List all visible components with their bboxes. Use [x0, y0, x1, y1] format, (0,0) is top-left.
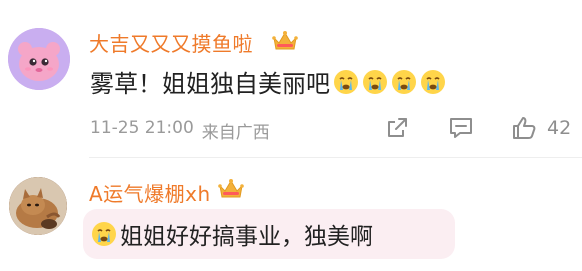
comment-item-1: 大吉又又又摸鱼啦 雾草！姐姐独自美丽吧 11-25 21:00 来自广西 42: [0, 0, 582, 158]
avatar[interactable]: [9, 177, 67, 235]
vip-crown-badge-icon: [218, 179, 244, 198]
share-icon: [388, 118, 407, 137]
username[interactable]: A运气爆棚xh: [89, 178, 211, 207]
comment-meta: 11-25 21:00 来自广西: [90, 118, 270, 143]
comment-icon: [450, 118, 472, 138]
crying-face-icon: [421, 69, 445, 94]
crying-face-icon: [363, 69, 387, 94]
username[interactable]: 大吉又又又摸鱼啦: [89, 28, 253, 57]
like-count: 42: [547, 117, 572, 139]
crying-face-icon: [392, 69, 416, 94]
like-button[interactable]: 42: [511, 114, 571, 142]
comment-location: 来自广西: [201, 123, 270, 143]
share-button[interactable]: [385, 114, 409, 142]
reply-bubble: 姐姐好好搞事业，独美啊: [83, 209, 455, 259]
reply-text-content: 姐姐好好搞事业，独美啊: [120, 224, 373, 250]
thumbs-up-icon: [513, 117, 536, 139]
reply-text: 姐姐好好搞事业，独美啊: [91, 209, 373, 259]
comment-timestamp: 11-25 21:00: [90, 118, 194, 138]
crying-face-icon: [334, 69, 358, 94]
avatar[interactable]: [8, 28, 70, 90]
vip-crown-badge-icon: [272, 31, 298, 50]
comment-text: 雾草！姐姐独自美丽吧: [90, 64, 446, 99]
avatar-pink-creature-image: [8, 28, 70, 90]
avatar-cat-photo-image: [9, 177, 67, 235]
comment-button[interactable]: [448, 114, 474, 142]
comment-text-content: 雾草！姐姐独自美丽吧: [90, 70, 330, 98]
crying-face-icon: [92, 222, 116, 246]
